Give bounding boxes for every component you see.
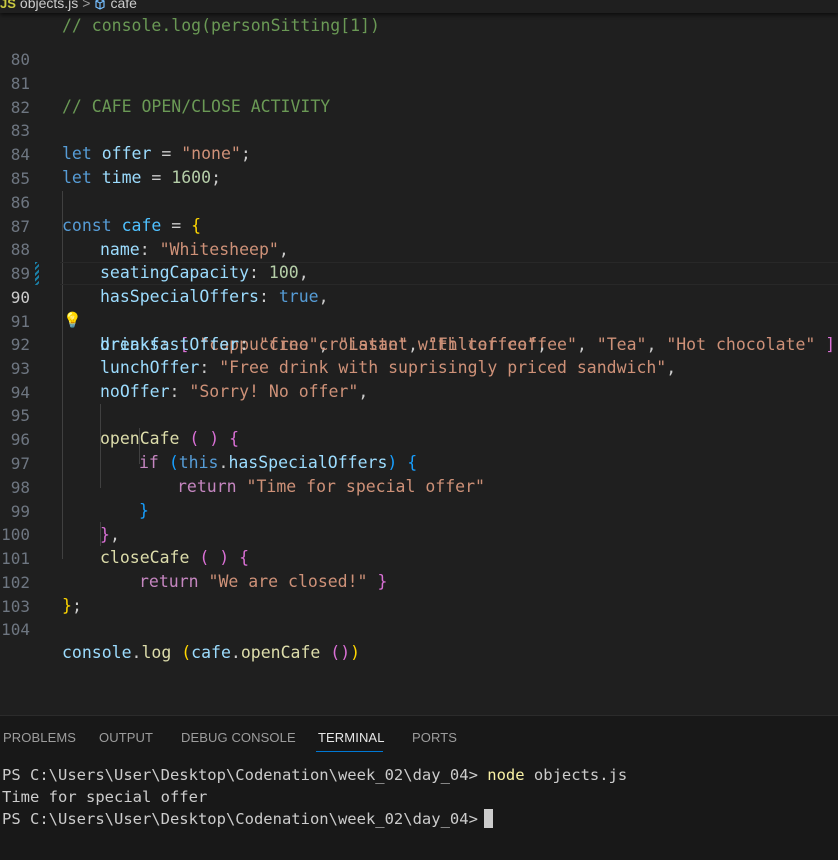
variable: console bbox=[62, 643, 132, 663]
terminal-output-line: Time for special offer bbox=[2, 788, 208, 806]
breadcrumb-file[interactable]: objects.js bbox=[20, 0, 78, 11]
code-editor[interactable]: // console.log(personSitting[1]) 80 81 /… bbox=[0, 0, 838, 715]
code-line: 86 const cafe = { bbox=[0, 167, 838, 236]
code-line: 82 bbox=[0, 72, 838, 117]
code-line: 100 closeCafe ( ) { bbox=[0, 499, 838, 568]
function-name: openCafe bbox=[240, 643, 321, 663]
code-text: console.log (cafe.openCafe ()) bbox=[62, 641, 360, 665]
bracket: ( bbox=[181, 643, 192, 663]
breadcrumb: JS objects.js > cafe bbox=[0, 0, 838, 13]
code-line: 87 name: "Whitesheep", bbox=[0, 191, 838, 260]
panel-tabs: PROBLEMS OUTPUT DEBUG CONSOLE TERMINAL P… bbox=[0, 716, 838, 756]
javascript-file-icon: JS bbox=[0, 0, 16, 11]
bracket: ) bbox=[350, 643, 361, 663]
code-line: 95 openCafe ( ) { bbox=[0, 380, 838, 449]
terminal-command: node bbox=[487, 766, 525, 784]
punctuation: . bbox=[230, 643, 241, 663]
code-line: 97 return "Time for special offer" bbox=[0, 428, 838, 497]
tab-problems[interactable]: PROBLEMS bbox=[3, 730, 76, 745]
code-line-active: 90 💡 drinks: [ "cappuccino", "Latte", "F… bbox=[0, 262, 838, 354]
tab-ports[interactable]: PORTS bbox=[412, 730, 457, 745]
bottom-panel: PROBLEMS OUTPUT DEBUG CONSOLE TERMINAL P… bbox=[0, 715, 838, 860]
code-line: 101 return "We are closed!" } bbox=[0, 523, 838, 592]
function-name: log bbox=[141, 643, 172, 663]
code-line: 88 seatingCapacity: 100, bbox=[0, 214, 838, 283]
code-line: 81 // CAFE OPEN/CLOSE ACTIVITY bbox=[0, 48, 838, 117]
variable: cafe bbox=[191, 643, 231, 663]
terminal-output[interactable]: PS C:\Users\User\Desktop\Codenation\week… bbox=[2, 764, 627, 830]
bracket: () bbox=[330, 643, 351, 663]
chevron-right-icon: > bbox=[82, 0, 91, 11]
terminal-prompt: PS C:\Users\User\Desktop\Codenation\week… bbox=[2, 766, 488, 784]
terminal-cursor bbox=[483, 809, 493, 828]
code-line: 96 if (this.hasSpecialOffers) { bbox=[0, 404, 838, 473]
code-line: 92 lunchOffer: "Free drink with suprisin… bbox=[0, 309, 838, 378]
terminal-prompt: PS C:\Users\User\Desktop\Codenation\week… bbox=[2, 810, 478, 828]
code-line: 94 bbox=[0, 357, 838, 402]
code-line: 102 }; bbox=[0, 547, 838, 616]
variable-cube-icon bbox=[94, 0, 106, 10]
tab-terminal[interactable]: TERMINAL bbox=[318, 730, 385, 745]
code-line: 93 noOffer: "Sorry! No offer", bbox=[0, 333, 838, 402]
code-line: 83 let offer = "none"; bbox=[0, 95, 838, 164]
code-line: 98 } bbox=[0, 452, 838, 521]
punctuation: . bbox=[131, 643, 142, 663]
code-line: 85 bbox=[0, 143, 838, 188]
code-line: 103 bbox=[0, 571, 838, 616]
code-line: 91 breakfastOffer: "free croissant with … bbox=[0, 286, 838, 355]
tab-output[interactable]: OUTPUT bbox=[99, 730, 153, 745]
terminal-command-args: objects.js bbox=[524, 766, 628, 784]
active-tab-indicator bbox=[316, 751, 383, 752]
code-line: 80 bbox=[0, 24, 838, 69]
code-line: 84 let time = 1600; bbox=[0, 119, 838, 188]
line-number: 104 bbox=[1, 619, 30, 639]
tab-debug-console[interactable]: DEBUG CONSOLE bbox=[181, 730, 296, 745]
code-line: 89 hasSpecialOffers: true, bbox=[0, 238, 838, 307]
breadcrumb-symbol[interactable]: cafe bbox=[110, 0, 136, 11]
code-line: 99 }, bbox=[0, 476, 838, 545]
code-line: 104 console.log (cafe.openCafe ()) bbox=[0, 594, 838, 663]
